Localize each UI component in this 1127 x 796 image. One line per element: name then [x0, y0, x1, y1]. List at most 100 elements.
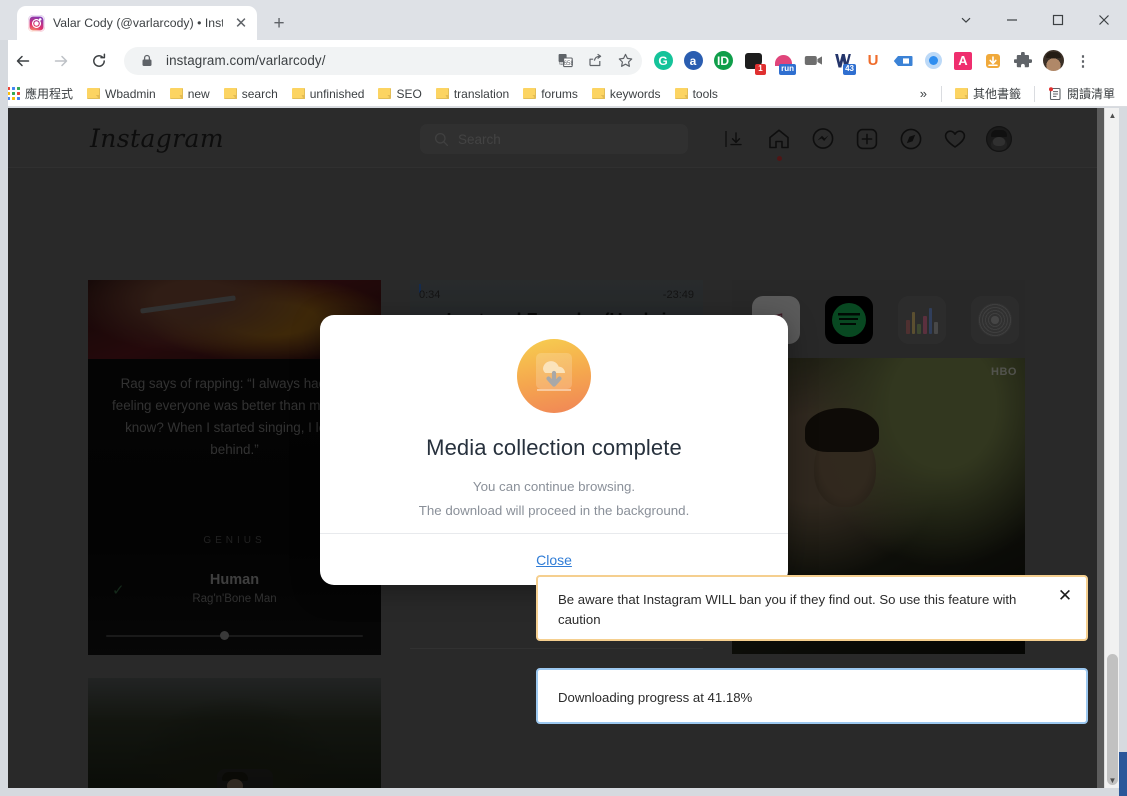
bookmark-new[interactable]: new	[163, 83, 217, 105]
u-extension[interactable]: U	[858, 46, 888, 76]
bookmark-seo[interactable]: SEO	[371, 83, 428, 105]
minimize-button[interactable]	[989, 0, 1035, 40]
bookmark-wbadmin[interactable]: Wbadmin	[80, 83, 163, 105]
modal-line-1: You can continue browsing.	[472, 479, 636, 494]
adblock-extension[interactable]: a	[678, 46, 708, 76]
profile-avatar-button[interactable]	[1038, 46, 1068, 76]
bookmark-label: search	[241, 86, 278, 101]
extensions-strip: Ga ID 1 run 43 U A ⋮	[648, 46, 1098, 76]
media-collection-modal: Media collection complete You can contin…	[320, 315, 788, 585]
back-button[interactable]	[8, 46, 38, 76]
bookmark-tools[interactable]: tools	[668, 83, 725, 105]
playback-progress-knob[interactable]	[219, 631, 229, 640]
vinyl-record-app-icon	[971, 296, 1019, 344]
folder-icon	[291, 88, 305, 99]
ipvanish-extension[interactable]: ID	[708, 46, 738, 76]
equalizer-app-icon	[898, 296, 946, 344]
forward-button[interactable]	[46, 46, 76, 76]
tab-title: Valar Cody (@varlarcody) • Instagram	[53, 16, 223, 30]
browser-tab[interactable]: Valar Cody (@varlarcody) • Instagram ✕	[17, 6, 257, 40]
browser-toolbar: instagram.com/varlarcody/ \u6587 GaID1ru…	[0, 40, 1127, 81]
apps-grid-icon	[7, 87, 20, 100]
bookmark-unfinished[interactable]: unfinished	[285, 83, 372, 105]
bookmarks-divider-2	[1033, 85, 1035, 102]
search-icon	[434, 132, 449, 146]
puzzle-extensions-button[interactable]	[1008, 46, 1038, 76]
lock-icon	[136, 50, 158, 72]
reading-list-icon	[1048, 86, 1062, 101]
close-window-button[interactable]	[1081, 0, 1127, 40]
translate-icon[interactable]: \u6587	[554, 50, 576, 72]
new-post-icon[interactable]	[854, 126, 880, 152]
page-scrollbar[interactable]: ▲ ▼	[1104, 108, 1119, 788]
playback-progress-bar[interactable]	[106, 635, 363, 637]
bookmark-apps-label: 應用程式	[25, 87, 74, 101]
other-bookmarks-label: 其他書籤	[972, 87, 1021, 101]
tab-search-button[interactable]	[943, 0, 989, 40]
window-controls	[943, 0, 1127, 40]
warning-toast-text: Be aware that Instagram WILL ban you if …	[558, 592, 1017, 627]
title-bar: Valar Cody (@varlarcody) • Instagram ✕ +	[0, 0, 1127, 40]
reload-button[interactable]	[84, 46, 114, 76]
blue-dot-extension[interactable]	[918, 46, 948, 76]
folder-icon	[378, 88, 392, 99]
run-extension[interactable]: run	[768, 46, 798, 76]
window-border-left	[0, 40, 8, 796]
bookmark-label: translation	[453, 86, 510, 101]
explore-compass-icon[interactable]	[898, 126, 924, 152]
modal-close-button[interactable]: Close	[536, 552, 572, 568]
spotify-app-icon	[825, 296, 873, 344]
save-page-extension[interactable]	[978, 46, 1008, 76]
bookmark-search[interactable]: search	[217, 83, 285, 105]
chrome-menu-button[interactable]: ⋮	[1068, 46, 1098, 76]
scroll-up-arrow[interactable]: ▲	[1105, 108, 1120, 123]
audiobook-elapsed: 0:34	[419, 289, 441, 301]
folder-icon	[954, 88, 968, 99]
instagram-logo[interactable]: Instagram	[90, 124, 224, 153]
a-extension[interactable]: A	[948, 46, 978, 76]
share-icon[interactable]	[584, 50, 606, 72]
search-input[interactable]: Search	[420, 124, 688, 154]
grid-divider	[410, 648, 703, 649]
bookmarks-bar: 應用程式 Wbadmin new search unfinished SEO transl…	[0, 81, 1127, 107]
download-all-icon[interactable]	[722, 126, 748, 152]
bookmark-translation[interactable]: translation	[429, 83, 516, 105]
scrollbar-thumb[interactable]	[1107, 654, 1118, 785]
search-placeholder: Search	[458, 131, 501, 147]
instagram-nav	[722, 122, 1012, 161]
profile-avatar-icon[interactable]	[986, 126, 1012, 152]
reading-list-button[interactable]: 閱讀清單	[1041, 83, 1127, 105]
home-icon[interactable]	[766, 126, 792, 161]
address-bar[interactable]: instagram.com/varlarcody/ \u6587	[124, 46, 642, 75]
scroll-down-arrow[interactable]: ▼	[1105, 773, 1120, 788]
app-icon-row	[752, 296, 1019, 344]
svg-text:\u6587: \u6587	[558, 61, 572, 67]
grammarly-extension[interactable]: G	[648, 46, 678, 76]
video-capture-extension[interactable]	[798, 46, 828, 76]
post-thumbnail-forest[interactable]	[88, 678, 381, 788]
bookmarks-divider	[940, 85, 942, 102]
new-tab-button[interactable]: +	[266, 11, 292, 37]
folder-icon	[87, 88, 101, 99]
bookmark-keywords[interactable]: keywords	[585, 83, 668, 105]
star-icon[interactable]	[614, 50, 636, 72]
other-bookmarks-folder[interactable]: 其他書籤	[948, 83, 1028, 105]
wappalyzer-extension[interactable]: 43	[828, 46, 858, 76]
folder-icon	[435, 88, 449, 99]
bookmark-forums[interactable]: forums	[516, 83, 585, 105]
folder-icon	[169, 88, 183, 99]
bookmark-apps[interactable]: 應用程式	[0, 83, 80, 105]
reading-list-label: 閱讀清單	[1066, 87, 1115, 101]
close-icon[interactable]: ✕	[231, 13, 251, 33]
instagram-header: Instagram Search	[8, 108, 1097, 168]
bookmarks-overflow-button[interactable]: »	[912, 86, 935, 101]
bookmark-label: unfinished	[309, 86, 365, 101]
activity-heart-icon[interactable]	[942, 126, 968, 152]
maximize-button[interactable]	[1035, 0, 1081, 40]
page-viewport: Instagram Search Rag says of rapping: “I…	[8, 108, 1112, 788]
instagram-favicon	[28, 14, 45, 32]
messenger-icon[interactable]	[810, 126, 836, 152]
close-icon[interactable]: ✕	[1055, 586, 1075, 606]
tag-extension[interactable]	[888, 46, 918, 76]
downloader-extension[interactable]: 1	[738, 46, 768, 76]
